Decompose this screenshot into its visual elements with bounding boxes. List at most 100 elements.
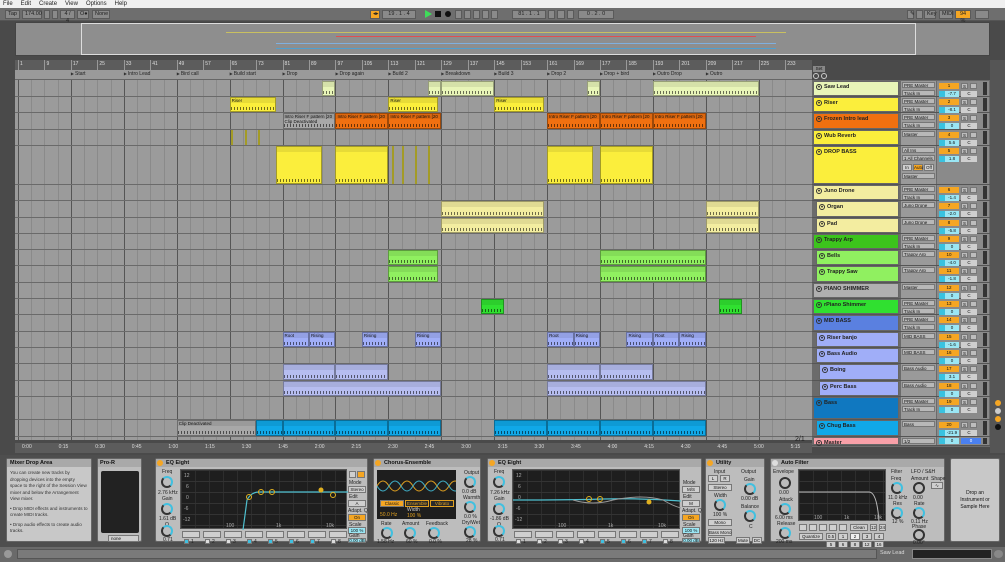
- locator[interactable]: Build 2: [388, 71, 407, 77]
- width-knob[interactable]: [714, 499, 726, 511]
- menu-view[interactable]: View: [65, 0, 78, 8]
- beat-ruler[interactable]: 1 9 17 25 33 41 49 57 65 73 81 89 97 105 113 121 129 137 1…: [15, 60, 812, 70]
- sends-toggle-icon[interactable]: [995, 408, 1001, 414]
- track-activator[interactable]: 11: [939, 268, 959, 274]
- fold-icon[interactable]: ▾: [819, 423, 825, 429]
- track-activator[interactable]: 8: [939, 220, 959, 226]
- track-activator[interactable]: 6: [939, 187, 959, 193]
- arrangement-clip[interactable]: Rising: [626, 332, 653, 347]
- arm-button[interactable]: [970, 203, 977, 209]
- track-name-panel[interactable]: ▾ Trappy Saw: [816, 266, 899, 282]
- track-name-panel[interactable]: ▾ Riser: [813, 97, 899, 112]
- feedback-value[interactable]: 0.0 %: [429, 539, 442, 545]
- filter-type-morph[interactable]: [839, 524, 847, 531]
- loop-start[interactable]: 81 . 1 . 1: [512, 10, 546, 19]
- rate-knob[interactable]: [381, 527, 393, 539]
- arrangement-clip[interactable]: Rising: [573, 332, 601, 347]
- arm-button[interactable]: [970, 399, 977, 405]
- amount-knob[interactable]: [404, 527, 416, 539]
- track-header[interactable]: ▾ Perc Bass Bass Audio 18 0 S C: [812, 381, 990, 397]
- solo-button[interactable]: S: [961, 115, 968, 121]
- input-type-select[interactable]: MID BASS: [902, 333, 935, 339]
- arrangement-clip[interactable]: [388, 420, 442, 436]
- solo-button[interactable]: S: [961, 187, 968, 193]
- input-type-select[interactable]: Juno Drone: [902, 202, 935, 208]
- track-name-panel[interactable]: ▾ Boing: [819, 364, 899, 380]
- band-enable-toggle[interactable]: [310, 539, 315, 544]
- arrangement-clip[interactable]: Riser: [494, 97, 544, 112]
- adapt-q-toggle[interactable]: On: [682, 514, 700, 521]
- arrangement-clip[interactable]: [494, 420, 548, 436]
- filter-type-lowpass[interactable]: [799, 524, 807, 531]
- stop-icon[interactable]: [435, 11, 441, 17]
- arrangement-clip[interactable]: [388, 250, 438, 265]
- pan-field[interactable]: C: [961, 430, 977, 436]
- band-type-select[interactable]: [287, 531, 305, 538]
- band-enable-toggle[interactable]: [289, 539, 294, 544]
- fold-icon[interactable]: ▾: [816, 440, 822, 446]
- input-type-select[interactable]: PRE Master: [902, 98, 935, 104]
- dry-wet-knob[interactable]: [464, 526, 476, 538]
- arrangement-clip[interactable]: Riser: [229, 97, 276, 112]
- track-name-panel[interactable]: ▾ PIANO SHIMMER: [813, 283, 899, 298]
- input-type-select[interactable]: MID BASS: [902, 349, 935, 355]
- track-header[interactable]: ▾ MID BASS PRE Master Track In 14 0 S C: [812, 315, 990, 332]
- freq-knob[interactable]: [161, 476, 173, 488]
- pan-field[interactable]: C: [961, 211, 977, 217]
- band-enable-toggle[interactable]: [558, 539, 563, 544]
- gain-knob[interactable]: [161, 503, 173, 515]
- arrangement-clip[interactable]: [705, 201, 759, 217]
- gain-knob[interactable]: [744, 483, 756, 495]
- pan-field[interactable]: C: [961, 407, 977, 413]
- time-ruler[interactable]: 0:00 0:15 0:30 0:45 1:00 1:15 1:30 1:45 2:00 2:15…: [15, 443, 812, 453]
- arrangement-clip[interactable]: [600, 250, 706, 265]
- track-name-panel[interactable]: ▾ Organ: [816, 201, 899, 217]
- fold-icon[interactable]: ▾: [816, 149, 822, 155]
- monitor-off[interactable]: Off: [924, 164, 934, 171]
- band-type-select[interactable]: [619, 531, 637, 538]
- arrangement-clip[interactable]: [441, 81, 495, 96]
- input-type-select[interactable]: Trappy Arp: [902, 267, 935, 273]
- band-enable-toggle[interactable]: [579, 539, 584, 544]
- q-value[interactable]: 0.71: [163, 537, 173, 543]
- arrangement-clip[interactable]: [600, 266, 706, 282]
- arrangement-clip[interactable]: Rising: [361, 332, 389, 347]
- release-knob[interactable]: [779, 527, 791, 539]
- device-power-icon[interactable]: [489, 460, 495, 466]
- arrangement-clip[interactable]: [388, 266, 438, 282]
- arrangement-clip[interactable]: [547, 381, 706, 396]
- arrangement-clip[interactable]: [652, 81, 759, 96]
- freq-knob[interactable]: [891, 482, 903, 494]
- automation-arm-button[interactable]: [464, 10, 471, 19]
- solo-button[interactable]: S: [961, 285, 968, 291]
- mode-ensemble[interactable]: Ensemble: [405, 500, 429, 507]
- filter-graph[interactable]: 100 1k 10k: [798, 469, 886, 523]
- crossfader-toggle-icon[interactable]: [995, 424, 1001, 430]
- solo-button[interactable]: S: [961, 350, 968, 356]
- quantize-value[interactable]: 1: [838, 533, 848, 540]
- input-channel-select[interactable]: Track In: [902, 90, 935, 96]
- fold-icon[interactable]: ▾: [816, 237, 822, 243]
- quantize-value[interactable]: 0.5: [826, 533, 836, 540]
- band-enable-toggle[interactable]: [600, 539, 605, 544]
- width-value[interactable]: 100 %: [713, 512, 727, 518]
- arrangement-clip[interactable]: Intro Riser F pattern [20: [652, 113, 706, 129]
- input-type-select[interactable]: Bass: [902, 421, 935, 427]
- band-type-select[interactable]: [535, 531, 553, 538]
- track-activator[interactable]: 4: [939, 132, 959, 138]
- track-activator[interactable]: 14: [939, 317, 959, 323]
- track-name-panel[interactable]: ▾ Bass: [813, 397, 899, 419]
- input-type-select[interactable]: Trappy Arp: [902, 251, 935, 257]
- band-type-select[interactable]: [308, 531, 326, 538]
- track-header[interactable]: ▾ Riser banjo MID BASS 15 -1.6 S C: [812, 332, 990, 348]
- menu-edit[interactable]: Edit: [21, 0, 31, 8]
- input-type-select[interactable]: PRE Master: [902, 300, 935, 306]
- mixer-toggle-icon[interactable]: [995, 416, 1001, 422]
- io-toggle-icon[interactable]: [995, 400, 1001, 406]
- band-enable-toggle[interactable]: [642, 539, 647, 544]
- arrangement-clip[interactable]: Rising: [679, 332, 706, 347]
- input-type-select[interactable]: PRE Master: [902, 235, 935, 241]
- track-header[interactable]: ▾ Trappy Saw Trappy Arp 11 -1.8 S C: [812, 266, 990, 283]
- mode-vibrato[interactable]: Vibrato: [430, 500, 454, 507]
- arm-button[interactable]: [970, 83, 977, 89]
